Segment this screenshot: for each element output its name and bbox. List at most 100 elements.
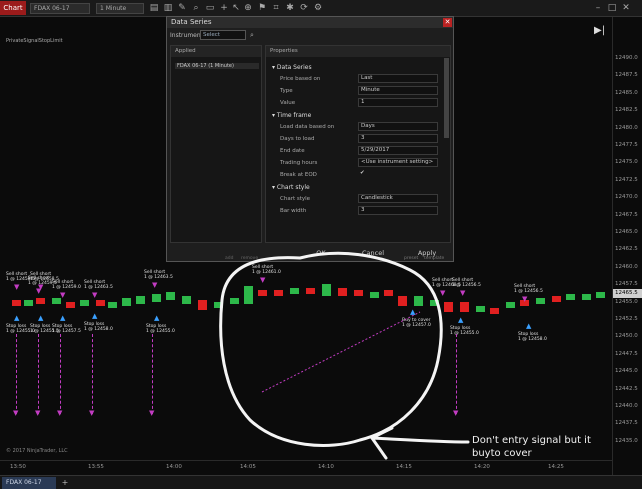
applied-header: Applied xyxy=(171,46,261,57)
price-tick-label: 12447.5 xyxy=(615,350,638,357)
strategy-label: PrivateSignalStopLimit xyxy=(6,38,63,44)
candle xyxy=(338,288,347,296)
buy-arrow-icon: ▲ xyxy=(154,314,160,322)
down-arrow-icon: ▼ xyxy=(35,409,41,417)
signal-dash-line xyxy=(92,334,93,414)
load-data-select[interactable]: Days xyxy=(358,122,438,131)
instrument-selector[interactable]: FDAX 06-17 xyxy=(30,3,90,14)
add-tab-button[interactable]: + xyxy=(60,477,70,489)
candle xyxy=(460,302,469,312)
cancel-button[interactable]: Cancel xyxy=(355,248,391,259)
trade-signal-label: Sell short 1 @ 12456.5 xyxy=(514,284,543,294)
candle xyxy=(12,300,21,306)
close-icon[interactable]: ✕ xyxy=(620,2,632,14)
time-tick-label: 14:20 xyxy=(474,464,490,470)
down-arrow-icon: ▼ xyxy=(13,409,19,417)
time-tick-label: 13:55 xyxy=(88,464,104,470)
prop-name: Days to load xyxy=(280,136,315,142)
buy-arrow-icon: ▲ xyxy=(92,312,98,320)
add-button[interactable]: add xyxy=(225,256,233,261)
break-at-eod-checkbox[interactable]: ✔ xyxy=(358,170,370,179)
price-tick-label: 12487.5 xyxy=(615,72,638,79)
strategy-icon[interactable]: ⚑ xyxy=(256,2,268,14)
days-to-load-input[interactable]: 3 xyxy=(358,134,438,143)
remove-button[interactable]: remove xyxy=(241,256,258,261)
dialog-close-button[interactable]: ✕ xyxy=(443,18,452,27)
cursor-icon[interactable]: ↖ xyxy=(230,2,242,14)
search-icon[interactable]: ⌕ xyxy=(250,30,260,40)
properties-header: Properties xyxy=(266,46,450,57)
candle xyxy=(430,300,439,306)
section-chart-style[interactable]: ▾ Chart style xyxy=(272,184,310,191)
time-tick-label: 14:00 xyxy=(166,464,182,470)
prop-name: Type xyxy=(280,88,293,94)
price-axis[interactable]: 12490.0 12487.5 12485.0 12482.5 12480.0 12477… xyxy=(612,17,642,475)
candle xyxy=(398,296,407,306)
ok-button[interactable]: OK xyxy=(303,248,339,259)
price-tick-label: 12480.0 xyxy=(615,124,638,131)
candle xyxy=(136,296,145,304)
candle xyxy=(166,292,175,300)
pencil-icon[interactable]: ✎ xyxy=(176,2,188,14)
prop-name: Trading hours xyxy=(280,160,318,166)
apply-button[interactable]: Apply xyxy=(409,248,445,259)
price-tick-label: 12465.0 xyxy=(615,229,638,235)
data-series-icon[interactable]: ▥ xyxy=(162,2,174,14)
bottom-tab-bar: FDAX 06-17 + xyxy=(0,475,642,489)
bar-chart-icon[interactable]: ▤ xyxy=(148,2,160,14)
price-tick-label: 12462.5 xyxy=(615,246,638,253)
sell-arrow-icon: ▼ xyxy=(440,289,446,297)
time-tick-label: 14:15 xyxy=(396,464,412,470)
candle xyxy=(384,290,393,296)
signal-dash-line xyxy=(152,334,153,414)
end-date-picker[interactable]: 5/29/2017 xyxy=(358,146,438,155)
section-data-series[interactable]: ▾ Data Series xyxy=(272,64,312,71)
properties-scrollbar[interactable] xyxy=(444,58,449,138)
refresh-icon[interactable]: ⟳ xyxy=(298,2,310,14)
minimize-icon[interactable]: – xyxy=(592,2,604,14)
buy-arrow-icon: ▲ xyxy=(458,316,464,324)
candle xyxy=(552,296,561,302)
settings-icon[interactable]: ⚙ xyxy=(312,2,324,14)
applied-data-series-item[interactable]: FDAX 06-17 (1 Minute) xyxy=(175,63,259,69)
candle xyxy=(96,300,105,306)
value-input[interactable]: 1 xyxy=(358,98,438,107)
price-tick-label: 12460.0 xyxy=(615,263,638,270)
trade-signal-label: Buy to cover 1 @ 12457.0 xyxy=(402,318,431,328)
drawing-tools-icon[interactable]: ▭ xyxy=(204,2,216,14)
price-based-on-select[interactable]: Last xyxy=(358,74,438,83)
zoom-icon[interactable]: ⊕ xyxy=(242,2,254,14)
time-axis[interactable]: 13:50 13:55 14:00 14:05 14:10 14:15 14:20 14:25 xyxy=(0,460,612,475)
instrument-tab[interactable]: FDAX 06-17 xyxy=(2,477,56,489)
current-price-marker: 12465.5 xyxy=(613,289,642,298)
indicators-icon[interactable]: ⌗ xyxy=(270,2,282,14)
candle xyxy=(152,294,161,302)
magnify-icon[interactable]: ⌕ xyxy=(190,2,202,14)
price-tick-label: 12445.0 xyxy=(615,368,638,375)
sell-arrow-icon: ▼ xyxy=(92,291,98,299)
type-select[interactable]: Minute xyxy=(358,86,438,95)
candle xyxy=(596,292,605,298)
trade-signal-label: Sell short 1 @ 12456.5 xyxy=(452,278,481,288)
chart-style-select[interactable]: Candlestick xyxy=(358,194,438,203)
candle xyxy=(80,300,89,306)
price-tick-label: 12457.5 xyxy=(615,281,638,288)
properties-icon[interactable]: ✱ xyxy=(284,2,296,14)
section-time-frame[interactable]: ▾ Time frame xyxy=(272,112,311,119)
trading-hours-select[interactable]: <Use instrument setting> xyxy=(358,158,438,167)
scroll-right-icon[interactable]: ▶| xyxy=(594,25,605,37)
crosshair-icon[interactable]: + xyxy=(218,2,230,14)
candle xyxy=(490,308,499,314)
chart-tab[interactable]: Chart xyxy=(0,1,26,15)
signal-dash-line xyxy=(38,334,39,414)
candle xyxy=(244,286,253,304)
candle xyxy=(258,290,267,296)
bar-width-input[interactable]: 3 xyxy=(358,206,438,215)
maximize-icon[interactable]: □ xyxy=(606,2,618,14)
prop-name: Value xyxy=(280,100,296,106)
time-tick-label: 14:05 xyxy=(240,464,256,470)
candle xyxy=(36,298,45,304)
interval-selector[interactable]: 1 Minute xyxy=(96,3,144,14)
instrument-select[interactable]: Select xyxy=(200,30,246,40)
prop-name: Load data based on xyxy=(280,124,335,130)
